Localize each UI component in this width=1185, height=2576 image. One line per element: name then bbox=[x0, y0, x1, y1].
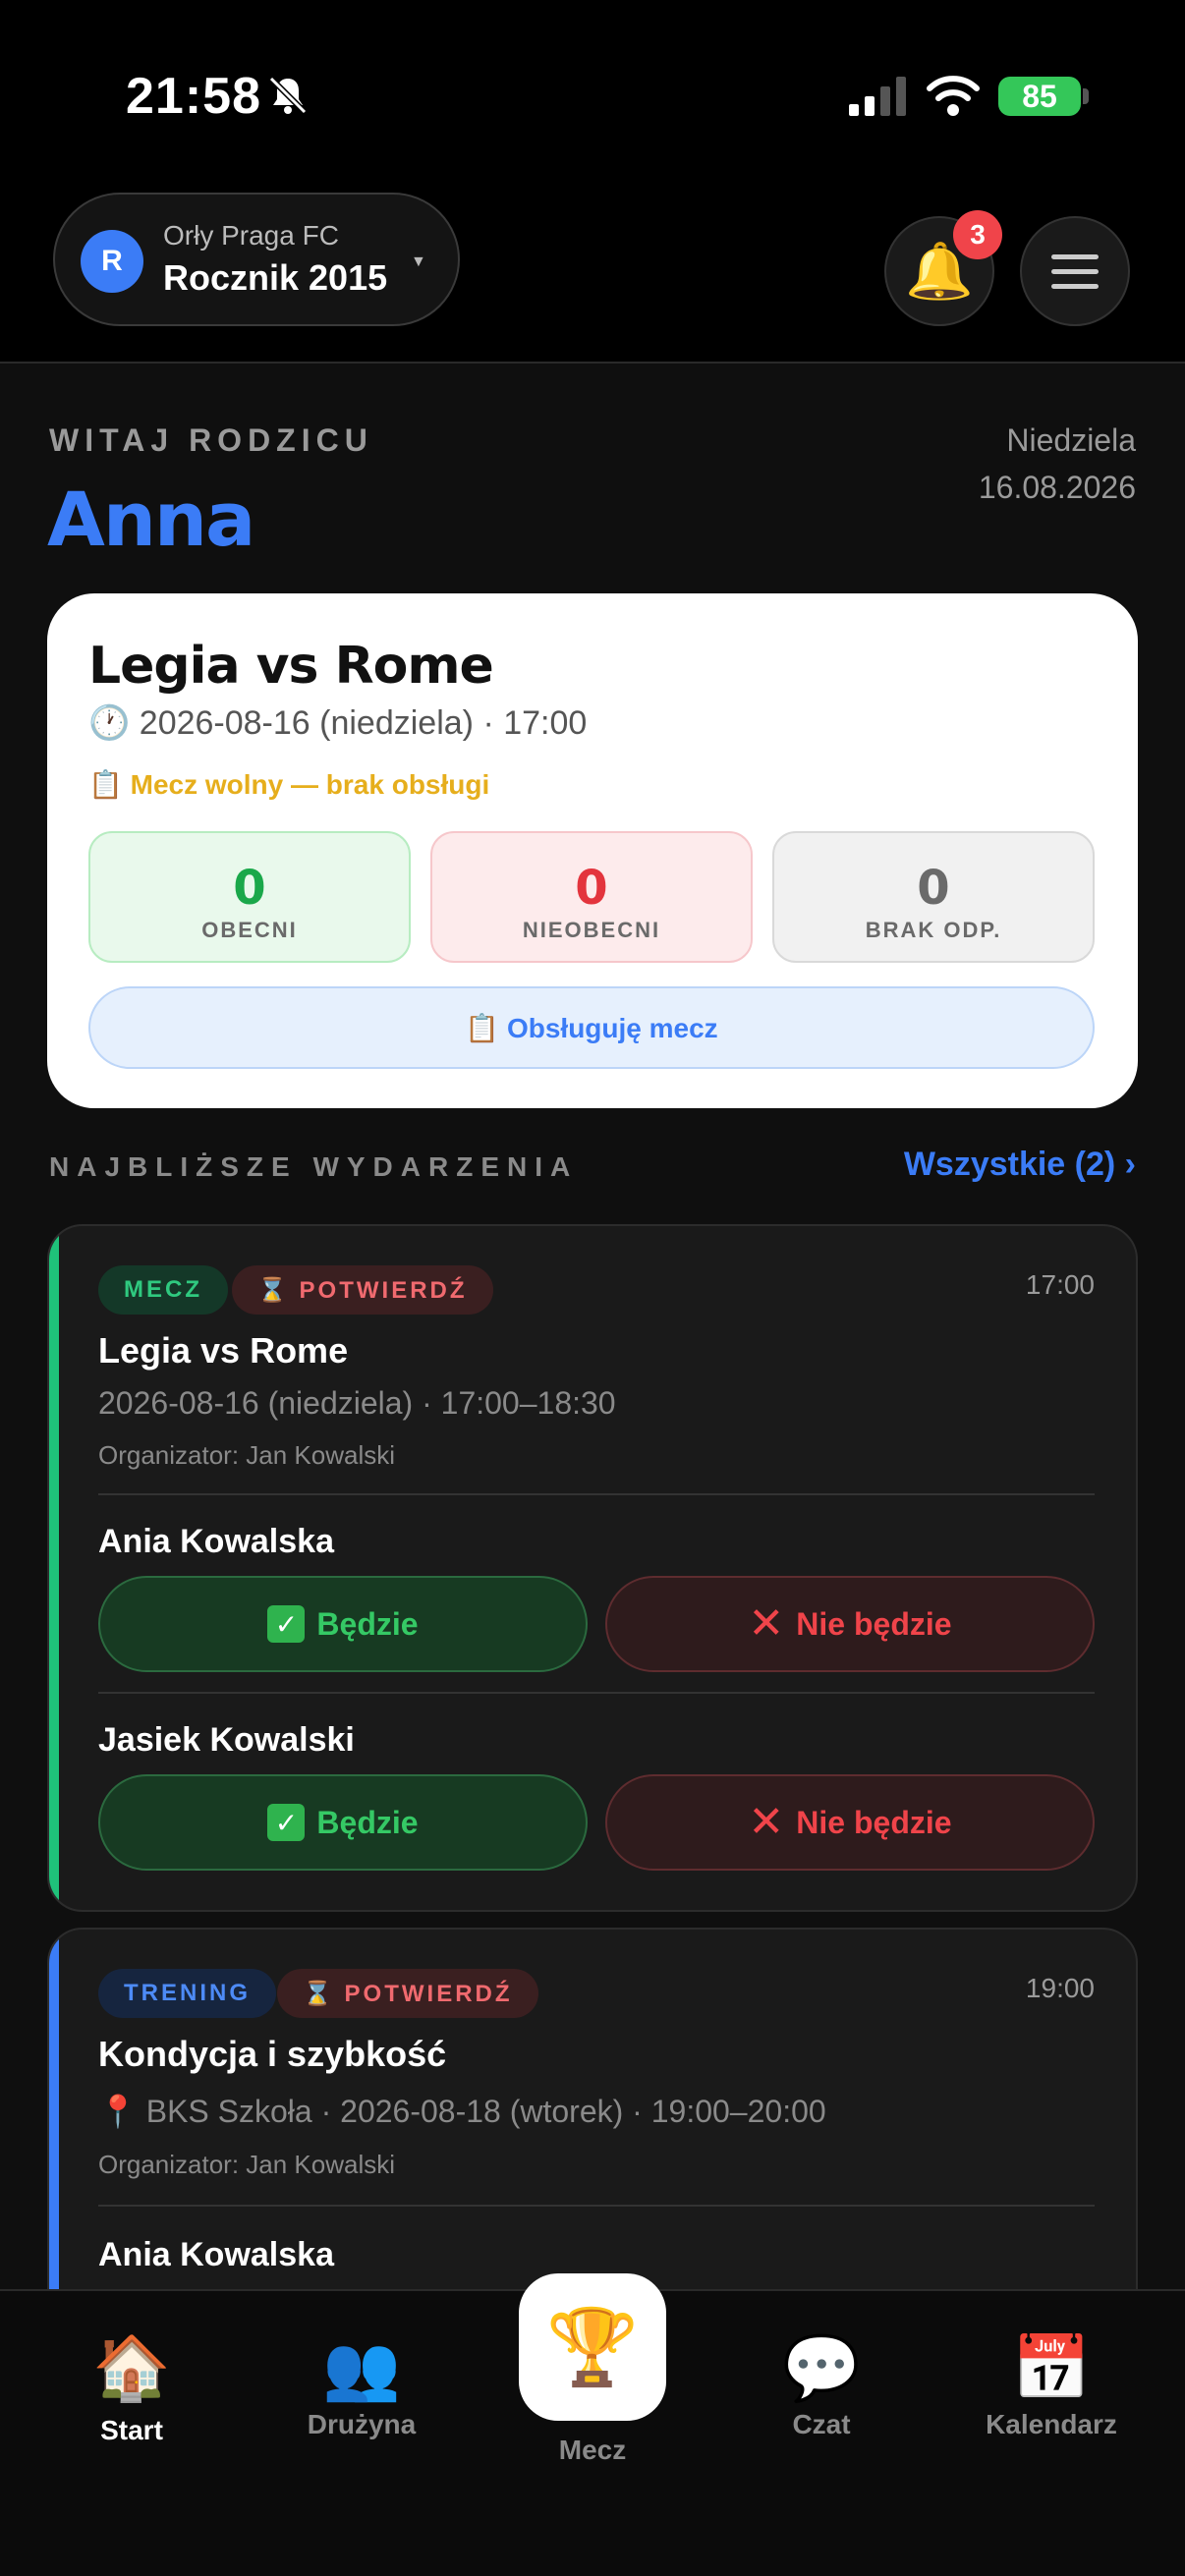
hamburger-icon-bar bbox=[1051, 268, 1099, 274]
child-name: Ania Kowalska bbox=[98, 1523, 334, 1560]
menu-button[interactable] bbox=[1020, 216, 1130, 326]
attend-no-button[interactable]: ✕ Nie będzie bbox=[605, 1576, 1095, 1672]
present-count: 0 bbox=[233, 861, 266, 916]
hamburger-icon-bar bbox=[1051, 283, 1099, 289]
divider bbox=[98, 2205, 1095, 2207]
team-club-name: Orły Praga FC bbox=[163, 220, 339, 251]
child-name: Jasiek Kowalski bbox=[98, 1721, 355, 1759]
no-response-label: BRAK ODP. bbox=[865, 918, 1002, 942]
notifications-badge: 3 bbox=[953, 210, 1002, 259]
event-accent-bar bbox=[49, 1930, 59, 2338]
event-location-datetime: 📍 BKS Szkoła · 2026-08-18 (wtorek) · 19:… bbox=[98, 2094, 826, 2129]
people-icon: 👥 bbox=[322, 2332, 401, 2403]
divider bbox=[98, 1493, 1095, 1495]
absent-count: 0 bbox=[575, 861, 608, 916]
greeting-label: WITAJ RODZICU bbox=[49, 422, 373, 458]
attend-no-button[interactable]: ✕ Nie będzie bbox=[605, 1774, 1095, 1871]
battery-tip bbox=[1083, 88, 1089, 104]
event-title: Kondycja i szybkość bbox=[98, 2034, 447, 2074]
event-card[interactable]: MECZ ⌛ POTWIERDŹ 17:00 Legia vs Rome 202… bbox=[47, 1224, 1138, 1912]
nav-chat[interactable]: 💬 Czat bbox=[723, 2330, 920, 2440]
attend-yes-label: Będzie bbox=[316, 1804, 419, 1840]
greeting-day: Niedziela bbox=[1006, 422, 1136, 458]
all-events-link[interactable]: Wszystkie (2) › bbox=[904, 1146, 1136, 1184]
nav-chat-label: Czat bbox=[792, 2409, 851, 2439]
cross-icon: ✕ bbox=[748, 1798, 785, 1846]
no-response-count-box[interactable]: 0 BRAK ODP. bbox=[772, 831, 1095, 963]
match-status: 📋 Mecz wolny — brak obsługi bbox=[88, 769, 490, 800]
nav-start-label: Start bbox=[100, 2415, 163, 2445]
event-type-badge: MECZ bbox=[98, 1265, 228, 1315]
confirm-badge: ⌛ POTWIERDŹ bbox=[232, 1265, 493, 1315]
greeting-name: Anna bbox=[47, 476, 255, 563]
calendar-icon: 📅 bbox=[1012, 2332, 1091, 2403]
nav-team-label: Drużyna bbox=[307, 2409, 417, 2439]
check-icon: ✓ bbox=[267, 1605, 306, 1643]
divider bbox=[98, 1692, 1095, 1694]
confirm-badge: ⌛ POTWIERDŹ bbox=[277, 1969, 538, 2018]
battery-level: 85 bbox=[1022, 78, 1057, 114]
team-avatar: R bbox=[81, 230, 143, 293]
absent-count-box[interactable]: 0 NIEOBECNI bbox=[430, 831, 753, 963]
attend-yes-label: Będzie bbox=[316, 1605, 419, 1642]
event-accent-bar bbox=[49, 1226, 59, 1910]
no-response-count: 0 bbox=[917, 861, 950, 916]
check-icon: ✓ bbox=[267, 1804, 306, 1841]
nav-match-button[interactable]: 🏆 bbox=[519, 2273, 666, 2421]
nav-calendar[interactable]: 📅 Kalendarz bbox=[953, 2330, 1150, 2440]
attend-yes-button[interactable]: ✓ Będzie bbox=[98, 1774, 588, 1871]
event-time: 19:00 bbox=[1025, 1973, 1095, 2003]
status-bar: 21:58 85 bbox=[0, 0, 1185, 187]
cross-icon: ✕ bbox=[748, 1599, 785, 1648]
cellular-signal-icon bbox=[849, 77, 906, 116]
nav-calendar-label: Kalendarz bbox=[986, 2409, 1117, 2439]
present-label: OBECNI bbox=[201, 918, 298, 942]
event-datetime: 2026-08-16 (niedziela) · 17:00–18:30 bbox=[98, 1385, 616, 1421]
battery-icon: 85 bbox=[998, 77, 1081, 116]
team-year: Rocznik 2015 bbox=[163, 257, 388, 298]
hamburger-icon-bar bbox=[1051, 253, 1099, 259]
silent-mode-icon bbox=[268, 76, 308, 115]
nav-match-label: Mecz bbox=[558, 2435, 627, 2465]
event-organizer: Organizator: Jan Kowalski bbox=[98, 2150, 396, 2179]
event-title: Legia vs Rome bbox=[98, 1330, 349, 1371]
attend-yes-button[interactable]: ✓ Będzie bbox=[98, 1576, 588, 1672]
attend-no-label: Nie będzie bbox=[796, 1605, 952, 1642]
child-name: Ania Kowalska bbox=[98, 2236, 334, 2273]
greeting-date: 16.08.2026 bbox=[978, 470, 1136, 505]
attend-no-label: Nie będzie bbox=[796, 1804, 952, 1840]
event-organizer: Organizator: Jan Kowalski bbox=[98, 1440, 396, 1470]
status-time: 21:58 bbox=[126, 68, 261, 125]
nav-start[interactable]: 🏠 Start bbox=[33, 2330, 230, 2446]
handle-match-button[interactable]: 📋 Obsługuję mecz bbox=[88, 986, 1095, 1069]
next-match-card[interactable]: Legia vs Rome 🕐 2026-08-16 (niedziela) ·… bbox=[47, 593, 1138, 1108]
nav-team[interactable]: 👥 Drużyna bbox=[263, 2330, 460, 2440]
present-count-box[interactable]: 0 OBECNI bbox=[88, 831, 411, 963]
wifi-icon bbox=[927, 76, 980, 116]
event-time: 17:00 bbox=[1025, 1269, 1095, 1300]
chat-bubble-icon: 💬 bbox=[782, 2332, 861, 2403]
team-selector[interactable]: R Orły Praga FC Rocznik 2015 ▼ bbox=[53, 193, 460, 326]
team-avatar-letter: R bbox=[101, 245, 123, 277]
event-type-badge: TRENING bbox=[98, 1969, 276, 2018]
chevron-down-icon: ▼ bbox=[411, 253, 426, 270]
match-datetime: 🕐 2026-08-16 (niedziela) · 17:00 bbox=[88, 704, 588, 742]
house-icon: 🏠 bbox=[92, 2332, 171, 2403]
upcoming-events-title: NAJBLIŻSZE WYDARZENIA bbox=[49, 1151, 579, 1182]
trophy-icon: 🏆 bbox=[545, 2306, 640, 2389]
absent-label: NIEOBECNI bbox=[522, 918, 661, 942]
match-title: Legia vs Rome bbox=[88, 637, 494, 696]
